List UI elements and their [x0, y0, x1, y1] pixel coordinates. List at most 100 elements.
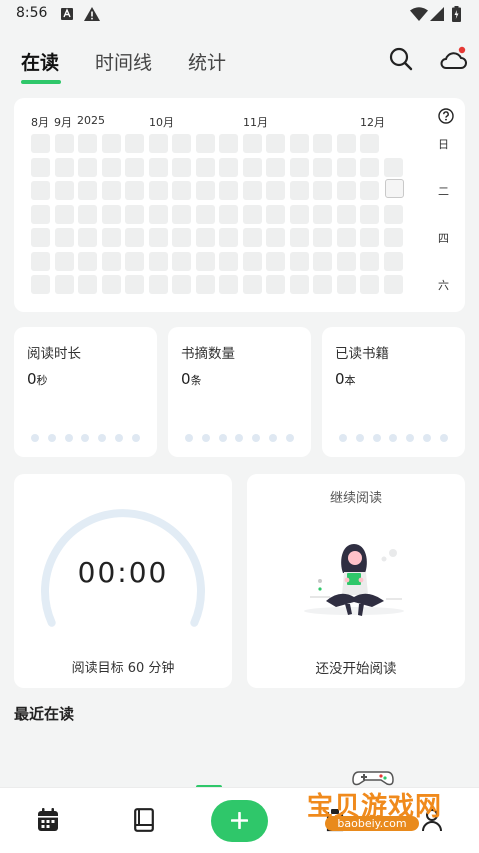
heatmap-cell: [219, 157, 238, 177]
cloud-sync-icon[interactable]: [440, 46, 468, 76]
heatmap-cell: [383, 251, 403, 271]
goal-timer: 00:00: [77, 556, 169, 589]
sparkline-dot: [269, 434, 277, 442]
heatmap-cell: [289, 134, 309, 153]
help-icon[interactable]: [438, 108, 454, 128]
heatmap-cell: [172, 157, 191, 177]
month-label: 9月: [54, 116, 72, 129]
heatmap-cell: [101, 181, 121, 200]
heatmap-cell: [148, 181, 168, 200]
heatmap-cell: [336, 181, 356, 200]
heatmap-cell: [266, 134, 285, 153]
stat-label: 已读书籍: [335, 346, 389, 362]
heatmap-cell: [289, 275, 309, 294]
gamepad-icon: [352, 771, 394, 786]
heatmap-cell: [242, 134, 262, 153]
tab-timeline[interactable]: 时间线: [95, 48, 152, 75]
heatmap-cell: [266, 204, 285, 224]
calendar-icon[interactable]: [37, 808, 59, 836]
heatmap-cell: [242, 204, 262, 224]
heatmap-cell: [360, 204, 379, 224]
continue-reading-title: 继续阅读: [329, 491, 382, 506]
heatmap-cell: [31, 204, 50, 224]
stat-label: 阅读时长: [27, 346, 81, 362]
heatmap-cell: [266, 181, 285, 200]
heatmap-cell: [195, 134, 215, 153]
search-icon[interactable]: [389, 46, 413, 76]
heatmap-cell: [172, 181, 191, 200]
heatmap-cell: [195, 157, 215, 177]
heatmap-cell: [101, 204, 121, 224]
heatmap-cell: [101, 275, 121, 294]
heatmap-cell: [31, 134, 50, 153]
heatmap-cell: [54, 204, 74, 224]
heatmap-cell: [195, 275, 215, 294]
heatmap-cell: [78, 275, 97, 294]
month-label: 11月: [243, 116, 268, 129]
stat-card-excerpts[interactable]: 书摘数量 0条: [168, 327, 311, 457]
sparkline-dot: [31, 434, 39, 442]
heatmap-cell: [78, 251, 97, 271]
status-time: 8:56: [16, 5, 48, 21]
heatmap-cell: [313, 157, 332, 177]
sparkline-dot: [98, 434, 107, 442]
heatmap-cell-today: [384, 179, 404, 198]
heatmap-cell: [383, 204, 403, 224]
heatmap-cell: [219, 181, 238, 200]
heatmap-cell: [383, 275, 403, 294]
heatmap-cell: [266, 157, 285, 177]
sparkline-dot: [64, 434, 73, 442]
heatmap-cell: [313, 204, 332, 224]
heatmap-cell: [313, 251, 332, 271]
bookshelf-icon[interactable]: [134, 808, 154, 836]
sparkline-dot: [131, 434, 140, 442]
signal-icon: [430, 6, 444, 25]
heatmap-cell: [242, 157, 262, 177]
day-label-tuesday: 二: [438, 185, 449, 198]
heatmap-cell: [289, 181, 309, 200]
tab-reading[interactable]: 在读: [21, 48, 59, 75]
heatmap-cell: [101, 251, 121, 271]
heatmap-cell: [78, 228, 97, 247]
sparkline-dot: [115, 434, 123, 442]
sparkline-dot: [218, 434, 227, 442]
sparkline-dot: [81, 434, 90, 442]
heatmap-cell: [360, 181, 379, 200]
heatmap-cell: [313, 134, 332, 153]
tab-statistics[interactable]: 统计: [188, 48, 226, 75]
app-notification-icon: [60, 6, 74, 25]
heatmap-cell: [148, 204, 168, 224]
heatmap-cell: [125, 134, 144, 153]
heatmap-cell: [266, 275, 285, 294]
stat-value: 0本: [335, 370, 356, 388]
heatmap-cell: [242, 181, 262, 200]
heatmap-cell: [78, 204, 97, 224]
month-label: 10月: [149, 116, 174, 129]
heatmap-cell: [78, 134, 97, 153]
stat-value: 0秒: [27, 370, 48, 388]
heatmap-cell: [266, 251, 285, 271]
continue-reading-card[interactable]: 继续阅读 还没开始阅读: [247, 474, 465, 688]
heatmap-cell: [242, 251, 262, 271]
heatmap-cell: [336, 204, 356, 224]
heatmap-cell: [172, 228, 191, 247]
reading-goal-card[interactable]: 00:00 阅读目标 60 分钟: [14, 474, 232, 688]
heatmap-cell: [313, 228, 332, 247]
stat-card-reading-time[interactable]: 阅读时长 0秒: [14, 327, 157, 457]
add-button[interactable]: [211, 800, 268, 842]
heatmap-cell: [313, 275, 332, 294]
heatmap-cell: [195, 181, 215, 200]
heatmap-cell: [125, 228, 144, 247]
heatmap-cell: [242, 228, 262, 247]
sparkline-dots: [339, 434, 454, 444]
month-label: 12月: [360, 116, 385, 129]
day-label-thursday: 四: [438, 232, 449, 245]
stat-card-books-read[interactable]: 已读书籍 0本: [322, 327, 465, 457]
heatmap-cell: [101, 228, 121, 247]
heatmap-cell: [172, 251, 191, 271]
stat-value: 0条: [181, 370, 202, 388]
heatmap-cell: [31, 251, 50, 271]
heatmap-cell: [289, 251, 309, 271]
reading-person-illustration: [304, 544, 404, 616]
heatmap-cell: [172, 134, 191, 153]
